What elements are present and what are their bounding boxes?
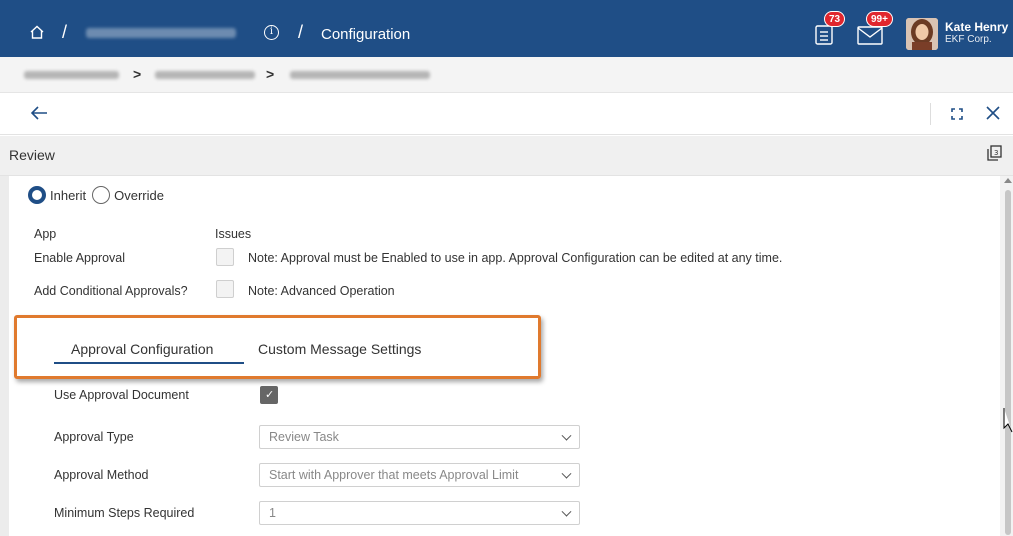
scrollbar-thumb[interactable] [1005, 190, 1011, 535]
mouse-cursor-icon [1003, 408, 1013, 433]
info-icon[interactable]: i [264, 25, 279, 40]
conditional-approvals-note: Note: Advanced Operation [248, 284, 395, 298]
user-company: EKF Corp. [945, 34, 992, 45]
redacted-crumb[interactable] [24, 71, 119, 79]
conditional-approvals-checkbox[interactable] [216, 280, 234, 298]
crumb-chevron: > [266, 66, 275, 82]
redacted-crumb[interactable] [290, 71, 430, 79]
copy-icon[interactable]: 3 [987, 145, 1002, 161]
enable-approval-checkbox[interactable] [216, 248, 234, 266]
section-header[interactable]: Review 3 [0, 136, 1013, 176]
minimum-steps-value: 1 [269, 506, 276, 520]
breadcrumb-separator: / [62, 22, 68, 42]
approval-type-label: Approval Type [54, 430, 134, 444]
approval-method-value: Start with Approver that meets Approval … [269, 468, 519, 482]
back-arrow-icon[interactable] [30, 105, 48, 121]
crumb-chevron: > [133, 66, 142, 82]
enable-approval-note: Note: Approval must be Enabled to use in… [248, 251, 783, 265]
issues-label: Issues [215, 227, 252, 241]
breadcrumb: > > [0, 57, 1013, 93]
highlight-box [14, 315, 541, 379]
expand-icon[interactable] [951, 108, 963, 120]
review-panel: Inherit Override App Issues Enable Appro… [0, 176, 1013, 536]
avatar[interactable] [906, 18, 938, 50]
toolbar [0, 93, 1013, 135]
override-label: Override [114, 187, 164, 203]
user-info[interactable]: Kate Henry EKF Corp. [945, 20, 1008, 45]
clipboard-icon[interactable] [815, 24, 833, 45]
approval-method-label: Approval Method [54, 468, 149, 482]
scroll-up-arrow[interactable] [1004, 178, 1012, 183]
top-bar: / i / Configuration 73 99+ Kate Henry EK… [0, 0, 1013, 57]
chevron-down-icon [561, 430, 572, 441]
redacted-breadcrumb[interactable] [86, 28, 236, 38]
enable-approval-label: Enable Approval [34, 251, 126, 265]
redacted-crumb[interactable] [155, 71, 255, 79]
messages-badge: 99+ [866, 11, 893, 27]
inherit-radio[interactable] [28, 186, 46, 204]
minimum-steps-select[interactable]: 1 [259, 501, 580, 525]
mail-icon[interactable] [857, 26, 883, 45]
user-name: Kate Henry [945, 20, 1009, 34]
minimum-steps-label: Minimum Steps Required [54, 506, 195, 520]
section-title: Review [9, 147, 55, 163]
conditional-approvals-label: Add Conditional Approvals? [34, 284, 188, 298]
svg-text:3: 3 [994, 149, 998, 157]
home-icon[interactable] [30, 25, 44, 39]
approval-method-select[interactable]: Start with Approver that meets Approval … [259, 463, 580, 487]
page-title: Configuration [321, 26, 411, 43]
chevron-down-icon [561, 468, 572, 479]
app-label: App [34, 227, 57, 241]
divider [930, 103, 931, 125]
panel-gutter [0, 176, 9, 536]
override-radio[interactable] [92, 186, 111, 204]
approval-type-value: Review Task [269, 430, 339, 444]
breadcrumb-separator: / [298, 22, 304, 42]
inherit-label: Inherit [50, 187, 87, 203]
use-approval-document-label: Use Approval Document [54, 388, 189, 402]
inherit-override-group: Inherit Override [28, 186, 164, 204]
use-approval-document-checkbox[interactable] [260, 386, 278, 404]
chevron-down-icon [561, 506, 572, 517]
approval-type-select[interactable]: Review Task [259, 425, 580, 449]
close-icon[interactable] [986, 106, 1000, 120]
notifications-badge: 73 [824, 11, 846, 27]
